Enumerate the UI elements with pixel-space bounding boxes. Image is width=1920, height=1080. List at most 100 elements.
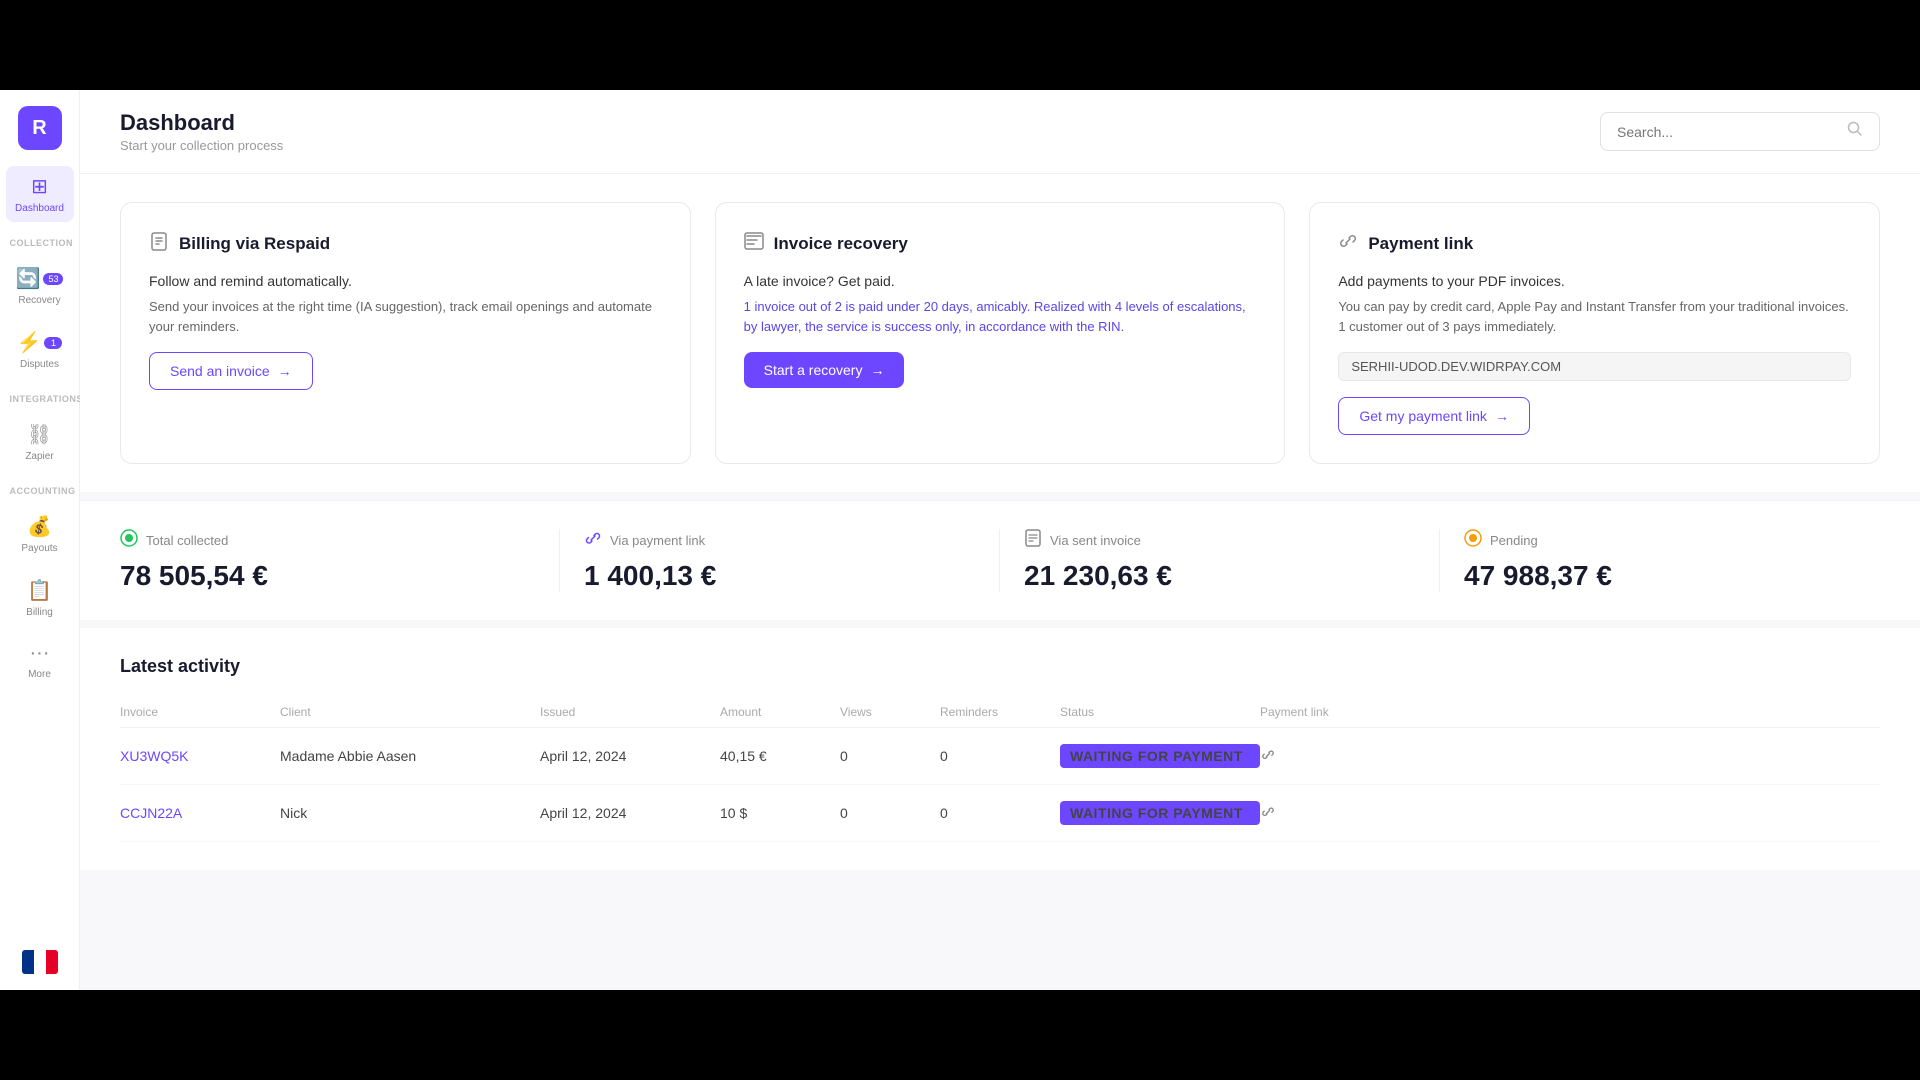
stat-invoice-header: Via sent invoice [1024, 529, 1415, 552]
payment-card-icon [1338, 231, 1358, 257]
recovery-card-desc: 1 invoice out of 2 is paid under 20 days… [744, 299, 1246, 334]
stat-pending: Pending 47 988,37 € [1440, 529, 1880, 592]
collection-section-label: COLLECTION [6, 230, 74, 250]
row2-invoice[interactable]: CCJN22A [120, 805, 280, 821]
row2-reminders: 0 [940, 805, 1060, 821]
payouts-icon: 💰 [27, 514, 52, 539]
stat-pending-header: Pending [1464, 529, 1856, 552]
table-row: CCJN22A Nick April 12, 2024 10 $ 0 0 WAI… [120, 785, 1880, 842]
stat-invoice-label: Via sent invoice [1050, 533, 1141, 548]
stat-total-label: Total collected [146, 533, 228, 548]
get-payment-link-button[interactable]: Get my payment link → [1338, 397, 1530, 435]
recovery-card-header: Invoice recovery [744, 231, 1257, 257]
payment-card-title: Payment link [1368, 234, 1473, 254]
cards-row: Billing via Respaid Follow and remind au… [80, 174, 1920, 492]
more-icon: ··· [30, 642, 50, 665]
stat-invoice-value: 21 230,63 € [1024, 560, 1415, 592]
col-amount: Amount [720, 705, 840, 719]
col-issued: Issued [540, 705, 720, 719]
row1-views: 0 [840, 748, 940, 764]
content-header: Dashboard Start your collection process [80, 90, 1920, 174]
stat-total-collected: Total collected 78 505,54 € [120, 529, 560, 592]
table-row: XU3WQ5K Madame Abbie Aasen April 12, 202… [120, 728, 1880, 785]
recovery-badge: 53 [43, 273, 63, 285]
billing-card-body: Follow and remind automatically. Send yo… [149, 273, 662, 336]
accounting-section-label: ACCOUNTING [6, 478, 74, 498]
billing-card-desc: Send your invoices at the right time (IA… [149, 299, 652, 334]
stat-total-header: Total collected [120, 529, 535, 552]
row1-amount: 40,15 € [720, 748, 840, 764]
col-status: Status [1060, 705, 1260, 719]
sidebar-item-payouts[interactable]: 💰 Payouts [6, 506, 74, 562]
recovery-card-tagline: A late invoice? Get paid. [744, 273, 1257, 289]
billing-icon: 📋 [27, 578, 52, 603]
stat-sent-invoice: Via sent invoice 21 230,63 € [1000, 529, 1440, 592]
col-reminders: Reminders [940, 705, 1060, 719]
stat-pending-label: Pending [1490, 533, 1538, 548]
activity-section: Latest activity Invoice Client Issued Am… [80, 628, 1920, 870]
send-invoice-button[interactable]: Send an invoice → [149, 352, 313, 390]
payment-link-card: Payment link Add payments to your PDF in… [1309, 202, 1880, 464]
activity-title: Latest activity [120, 656, 1880, 677]
page-subtitle: Start your collection process [120, 138, 283, 153]
page-title-block: Dashboard Start your collection process [120, 110, 283, 153]
pending-icon [1464, 529, 1482, 552]
billing-card-tagline: Follow and remind automatically. [149, 273, 662, 289]
dashboard-icon: ⊞ [31, 174, 48, 199]
page-title: Dashboard [120, 110, 283, 136]
sidebar: R ⊞ Dashboard COLLECTION 🔄 53 Recovery [0, 90, 80, 990]
row1-issued: April 12, 2024 [540, 748, 720, 764]
payment-card-tagline: Add payments to your PDF invoices. [1338, 273, 1851, 289]
recovery-card: Invoice recovery A late invoice? Get pai… [715, 202, 1286, 464]
row1-client: Madame Abbie Aasen [280, 748, 540, 764]
disputes-badge: 1 [44, 337, 62, 349]
row1-status: WAITING FOR PAYMENT [1060, 744, 1260, 768]
search-input[interactable] [1617, 124, 1839, 140]
row1-invoice[interactable]: XU3WQ5K [120, 748, 280, 764]
row2-views: 0 [840, 805, 940, 821]
payment-card-url: SERHII-UDOD.DEV.WIDRPAY.COM [1338, 352, 1851, 381]
col-views: Views [840, 705, 940, 719]
sidebar-item-disputes[interactable]: ⚡ 1 Disputes [6, 322, 74, 378]
sent-invoice-icon [1024, 529, 1042, 552]
stat-pending-value: 47 988,37 € [1464, 560, 1856, 592]
billing-card-title: Billing via Respaid [179, 234, 330, 254]
payment-card-header: Payment link [1338, 231, 1851, 257]
disputes-icon: ⚡ [17, 330, 42, 355]
total-collected-icon [120, 529, 138, 552]
recovery-card-icon [744, 231, 764, 257]
integrations-section-label: INTEGRATIONS [6, 386, 74, 406]
row2-status: WAITING FOR PAYMENT [1060, 801, 1260, 825]
stat-payment-link: Via payment link 1 400,13 € [560, 529, 1000, 592]
col-client: Client [280, 705, 540, 719]
sidebar-item-zapier[interactable]: ⛓ Zapier [6, 414, 74, 470]
sidebar-item-recovery[interactable]: 🔄 53 Recovery [6, 258, 74, 314]
col-invoice: Invoice [120, 705, 280, 719]
stat-total-value: 78 505,54 € [120, 560, 535, 592]
billing-card: Billing via Respaid Follow and remind au… [120, 202, 691, 464]
zapier-icon: ⛓ [27, 422, 52, 447]
table-header: Invoice Client Issued Amount Views Remin… [120, 697, 1880, 728]
sidebar-item-billing[interactable]: 📋 Billing [6, 570, 74, 626]
search-icon [1847, 121, 1863, 142]
row1-reminders: 0 [940, 748, 1060, 764]
payment-card-body: Add payments to your PDF invoices. You c… [1338, 273, 1851, 336]
sidebar-item-more[interactable]: ··· More [6, 634, 74, 688]
recovery-icon: 🔄 [16, 266, 41, 291]
row2-payment-link-icon[interactable] [1260, 804, 1880, 823]
stat-payment-label: Via payment link [610, 533, 705, 548]
app-logo[interactable]: R [18, 106, 62, 150]
billing-card-header: Billing via Respaid [149, 231, 662, 257]
col-payment-link: Payment link [1260, 705, 1880, 719]
start-recovery-button[interactable]: Start a recovery → [744, 352, 905, 388]
sidebar-item-dashboard[interactable]: ⊞ Dashboard [6, 166, 74, 222]
payment-card-desc: You can pay by credit card, Apple Pay an… [1338, 299, 1848, 334]
stat-payment-value: 1 400,13 € [584, 560, 975, 592]
row2-amount: 10 $ [720, 805, 840, 821]
recovery-card-body: A late invoice? Get paid. 1 invoice out … [744, 273, 1257, 336]
search-bar[interactable] [1600, 112, 1880, 151]
row1-payment-link-icon[interactable] [1260, 747, 1880, 766]
language-flag[interactable] [22, 950, 58, 974]
recovery-card-title: Invoice recovery [774, 234, 908, 254]
stats-row: Total collected 78 505,54 € Via payment … [80, 500, 1920, 620]
